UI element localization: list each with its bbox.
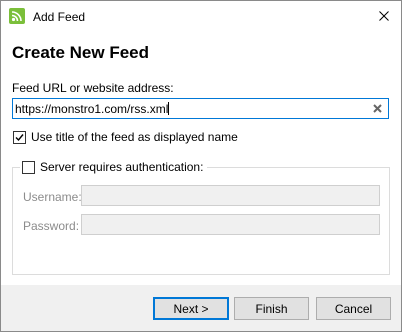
button-bar: Next > Finish Cancel	[1, 285, 401, 331]
authentication-label: Server requires authentication:	[40, 160, 204, 174]
username-label: Username:	[23, 190, 82, 204]
authentication-checkbox[interactable]	[22, 160, 35, 174]
clear-url-button[interactable]	[371, 102, 384, 115]
username-field[interactable]	[81, 185, 380, 206]
close-icon	[379, 11, 389, 21]
password-label: Password:	[23, 219, 80, 233]
use-title-checkbox[interactable]	[13, 130, 26, 144]
next-button[interactable]: Next >	[153, 297, 229, 320]
text-caret	[168, 102, 169, 115]
clear-icon	[373, 104, 382, 113]
add-feed-dialog: Add Feed Create New Feed Feed URL or web…	[0, 0, 402, 332]
password-field[interactable]	[81, 214, 380, 235]
feed-url-field[interactable]	[12, 98, 389, 119]
window-title: Add Feed	[33, 10, 86, 24]
checkmark-icon	[15, 133, 24, 141]
finish-button[interactable]: Finish	[234, 297, 309, 320]
page-title: Create New Feed	[12, 43, 149, 62]
use-title-option[interactable]: Use title of the feed as displayed name	[13, 130, 238, 144]
feed-url-label: Feed URL or website address:	[12, 81, 174, 95]
authentication-option[interactable]: Server requires authentication:	[20, 160, 208, 174]
rss-feed-icon	[9, 8, 25, 24]
use-title-label: Use title of the feed as displayed name	[31, 130, 238, 144]
cancel-button[interactable]: Cancel	[316, 297, 391, 320]
close-button[interactable]	[367, 1, 401, 31]
title-bar: Add Feed	[1, 1, 401, 33]
dialog-content: Create New Feed Feed URL or website addr…	[1, 33, 401, 285]
feed-url-input[interactable]	[15, 100, 365, 117]
